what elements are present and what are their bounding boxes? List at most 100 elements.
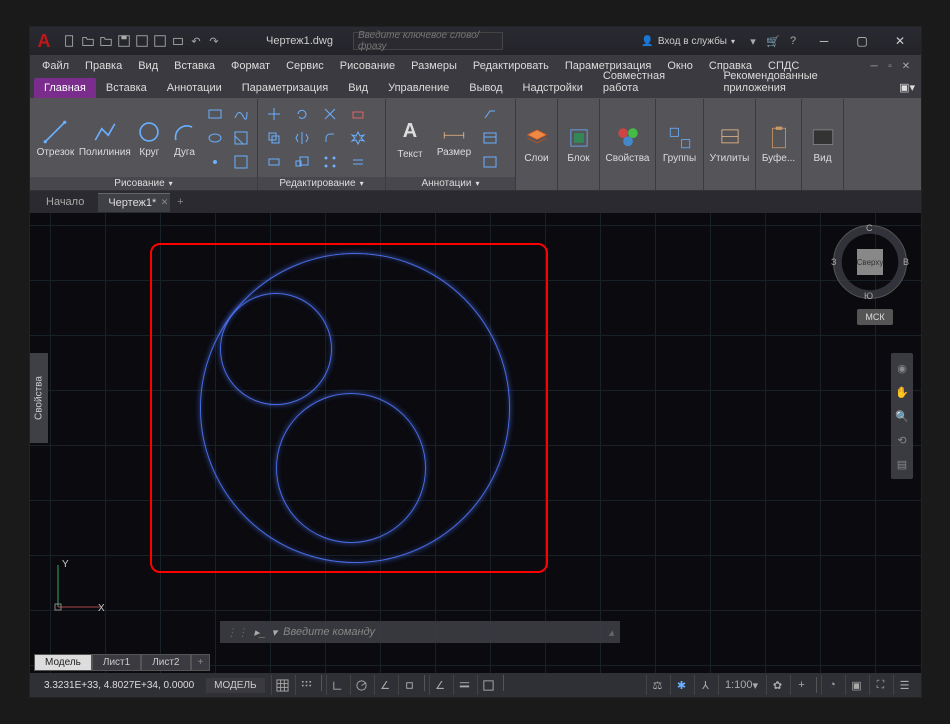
layout-tab-sheet1[interactable]: Лист1 bbox=[92, 654, 141, 671]
hardware-accel-icon[interactable]: ◔ bbox=[821, 675, 843, 695]
ortho-icon[interactable] bbox=[326, 675, 348, 695]
command-line[interactable]: ⋮⋮ ▸_ ▾ Введите команду ▴ bbox=[220, 621, 620, 643]
tab-start[interactable]: Начало bbox=[36, 193, 98, 211]
tab-manage[interactable]: Управление bbox=[378, 78, 459, 98]
close-button[interactable]: ✕ bbox=[881, 27, 919, 55]
open-icon[interactable] bbox=[80, 33, 96, 49]
offset-icon[interactable] bbox=[346, 151, 370, 173]
tab-addins[interactable]: Надстройки bbox=[513, 78, 593, 98]
circle-button[interactable]: Круг bbox=[133, 104, 166, 172]
minimize-button[interactable]: ─ bbox=[805, 27, 843, 55]
erase-icon[interactable] bbox=[346, 103, 370, 125]
menu-draw[interactable]: Рисование bbox=[332, 57, 403, 75]
redo-icon[interactable]: ↷ bbox=[206, 33, 222, 49]
spline-icon[interactable] bbox=[229, 103, 253, 125]
line-button[interactable]: Отрезок bbox=[34, 104, 77, 172]
drawing-canvas[interactable]: Свойства Сверху С Ю В З МСК ◉ ✋ 🔍 ⟲ ▤ Y … bbox=[30, 213, 921, 673]
undo-icon[interactable]: ↶ bbox=[188, 33, 204, 49]
doc-close-icon[interactable]: ✕ bbox=[899, 59, 913, 73]
open-web-icon[interactable] bbox=[98, 33, 114, 49]
menu-edit[interactable]: Правка bbox=[77, 57, 130, 75]
full-nav-wheel-icon[interactable]: ◉ bbox=[893, 359, 911, 377]
transparency-icon[interactable] bbox=[477, 675, 499, 695]
menu-file[interactable]: Файл bbox=[34, 57, 77, 75]
cloud-icon[interactable] bbox=[478, 151, 502, 173]
layout-tab-sheet2[interactable]: Лист2 bbox=[141, 654, 190, 671]
viewcube[interactable]: Сверху С Ю В З bbox=[833, 225, 907, 299]
panel-modify-title[interactable]: Редактирование▾ bbox=[258, 177, 385, 190]
panel-draw-title[interactable]: Рисование▾ bbox=[30, 177, 257, 190]
plot-icon[interactable] bbox=[170, 33, 186, 49]
layout-tab-model[interactable]: Модель bbox=[34, 654, 92, 671]
cmd-recent-icon[interactable]: ▸_ bbox=[254, 626, 266, 639]
tab-home[interactable]: Главная bbox=[34, 78, 96, 98]
copy-icon[interactable] bbox=[262, 127, 286, 149]
coordinates-readout[interactable]: 3.3231E+33, 4.8027E+34, 0.0000 bbox=[36, 680, 202, 691]
annotation-monitor-icon[interactable]: + bbox=[790, 675, 812, 695]
view-button[interactable]: Вид bbox=[806, 111, 839, 179]
dimension-button[interactable]: Размер bbox=[432, 104, 476, 172]
showmotion-icon[interactable]: ▤ bbox=[893, 455, 911, 473]
explode-icon[interactable] bbox=[346, 127, 370, 149]
cart-icon[interactable]: 🛒 bbox=[765, 33, 781, 49]
app-logo[interactable]: A bbox=[30, 27, 58, 55]
cmd-resize-icon[interactable]: ▴ bbox=[608, 626, 614, 639]
arc-button[interactable]: Дуга bbox=[168, 104, 201, 172]
groups-button[interactable]: Группы bbox=[660, 111, 699, 179]
menu-view[interactable]: Вид bbox=[130, 57, 166, 75]
point-icon[interactable] bbox=[203, 151, 227, 173]
save-icon[interactable] bbox=[116, 33, 132, 49]
pan-icon[interactable]: ✋ bbox=[893, 383, 911, 401]
tab-parametric[interactable]: Параметризация bbox=[232, 78, 338, 98]
saveas-icon[interactable] bbox=[134, 33, 150, 49]
annoautoscale-icon[interactable]: ⅄ bbox=[694, 675, 716, 695]
leader-icon[interactable] bbox=[478, 103, 502, 125]
otrack-icon[interactable]: ∠ bbox=[429, 675, 451, 695]
tab-expand-icon[interactable]: ▣▾ bbox=[893, 77, 921, 98]
polyline-button[interactable]: Полилиния bbox=[79, 104, 131, 172]
circle-top-left[interactable] bbox=[220, 293, 332, 405]
polar-icon[interactable] bbox=[350, 675, 372, 695]
annoscale-icon[interactable]: ⚖ bbox=[646, 675, 668, 695]
rotate-icon[interactable] bbox=[290, 103, 314, 125]
login-button[interactable]: 👤 Вход в службы ▾ bbox=[635, 36, 741, 47]
workspace-icon[interactable]: ✿ bbox=[766, 675, 788, 695]
hatch-icon[interactable] bbox=[229, 127, 253, 149]
isolate-icon[interactable]: ▣ bbox=[845, 675, 867, 695]
cmd-customize-icon[interactable]: ▾ bbox=[272, 626, 278, 639]
mirror-icon[interactable] bbox=[290, 127, 314, 149]
annovisibility-icon[interactable]: ✱ bbox=[670, 675, 692, 695]
app-xchange-icon[interactable]: ▾ bbox=[745, 33, 761, 49]
layers-button[interactable]: Слои bbox=[520, 111, 553, 179]
region-icon[interactable] bbox=[229, 151, 253, 173]
close-tab-icon[interactable]: ✕ bbox=[161, 197, 169, 208]
utilities-button[interactable]: Утилиты bbox=[708, 111, 752, 179]
cmd-drag-handle-icon[interactable]: ⋮⋮ bbox=[226, 626, 248, 639]
ellipse-icon[interactable] bbox=[203, 127, 227, 149]
stretch-icon[interactable] bbox=[262, 151, 286, 173]
clipboard-button[interactable]: Буфе... bbox=[760, 111, 797, 179]
customize-status-icon[interactable]: ☰ bbox=[893, 675, 915, 695]
tab-collaborate[interactable]: Совместная работа bbox=[593, 66, 714, 98]
rectangle-icon[interactable] bbox=[203, 103, 227, 125]
fillet-icon[interactable] bbox=[318, 127, 342, 149]
model-space-button[interactable]: МОДЕЛЬ bbox=[206, 678, 264, 693]
panel-annotation-title[interactable]: Аннотации▾ bbox=[386, 177, 515, 190]
zoom-icon[interactable]: 🔍 bbox=[893, 407, 911, 425]
properties-button[interactable]: Свойства bbox=[604, 111, 652, 179]
menu-dimension[interactable]: Размеры bbox=[403, 57, 465, 75]
tab-annotate[interactable]: Аннотации bbox=[157, 78, 232, 98]
scale-icon[interactable] bbox=[290, 151, 314, 173]
layout-add-button[interactable]: + bbox=[191, 654, 211, 671]
osnap-icon[interactable] bbox=[398, 675, 420, 695]
viewcube-top-face[interactable]: Сверху bbox=[857, 249, 883, 275]
menu-insert[interactable]: Вставка bbox=[166, 57, 223, 75]
properties-palette-tab[interactable]: Свойства bbox=[30, 353, 48, 443]
table-icon[interactable] bbox=[478, 127, 502, 149]
block-button[interactable]: Блок bbox=[562, 111, 595, 179]
menu-tools[interactable]: Сервис bbox=[278, 57, 332, 75]
isodraft-icon[interactable]: ∠ bbox=[374, 675, 396, 695]
lineweight-icon[interactable] bbox=[453, 675, 475, 695]
tab-featured[interactable]: Рекомендованные приложения bbox=[713, 66, 893, 98]
snap-toggle-icon[interactable] bbox=[295, 675, 317, 695]
